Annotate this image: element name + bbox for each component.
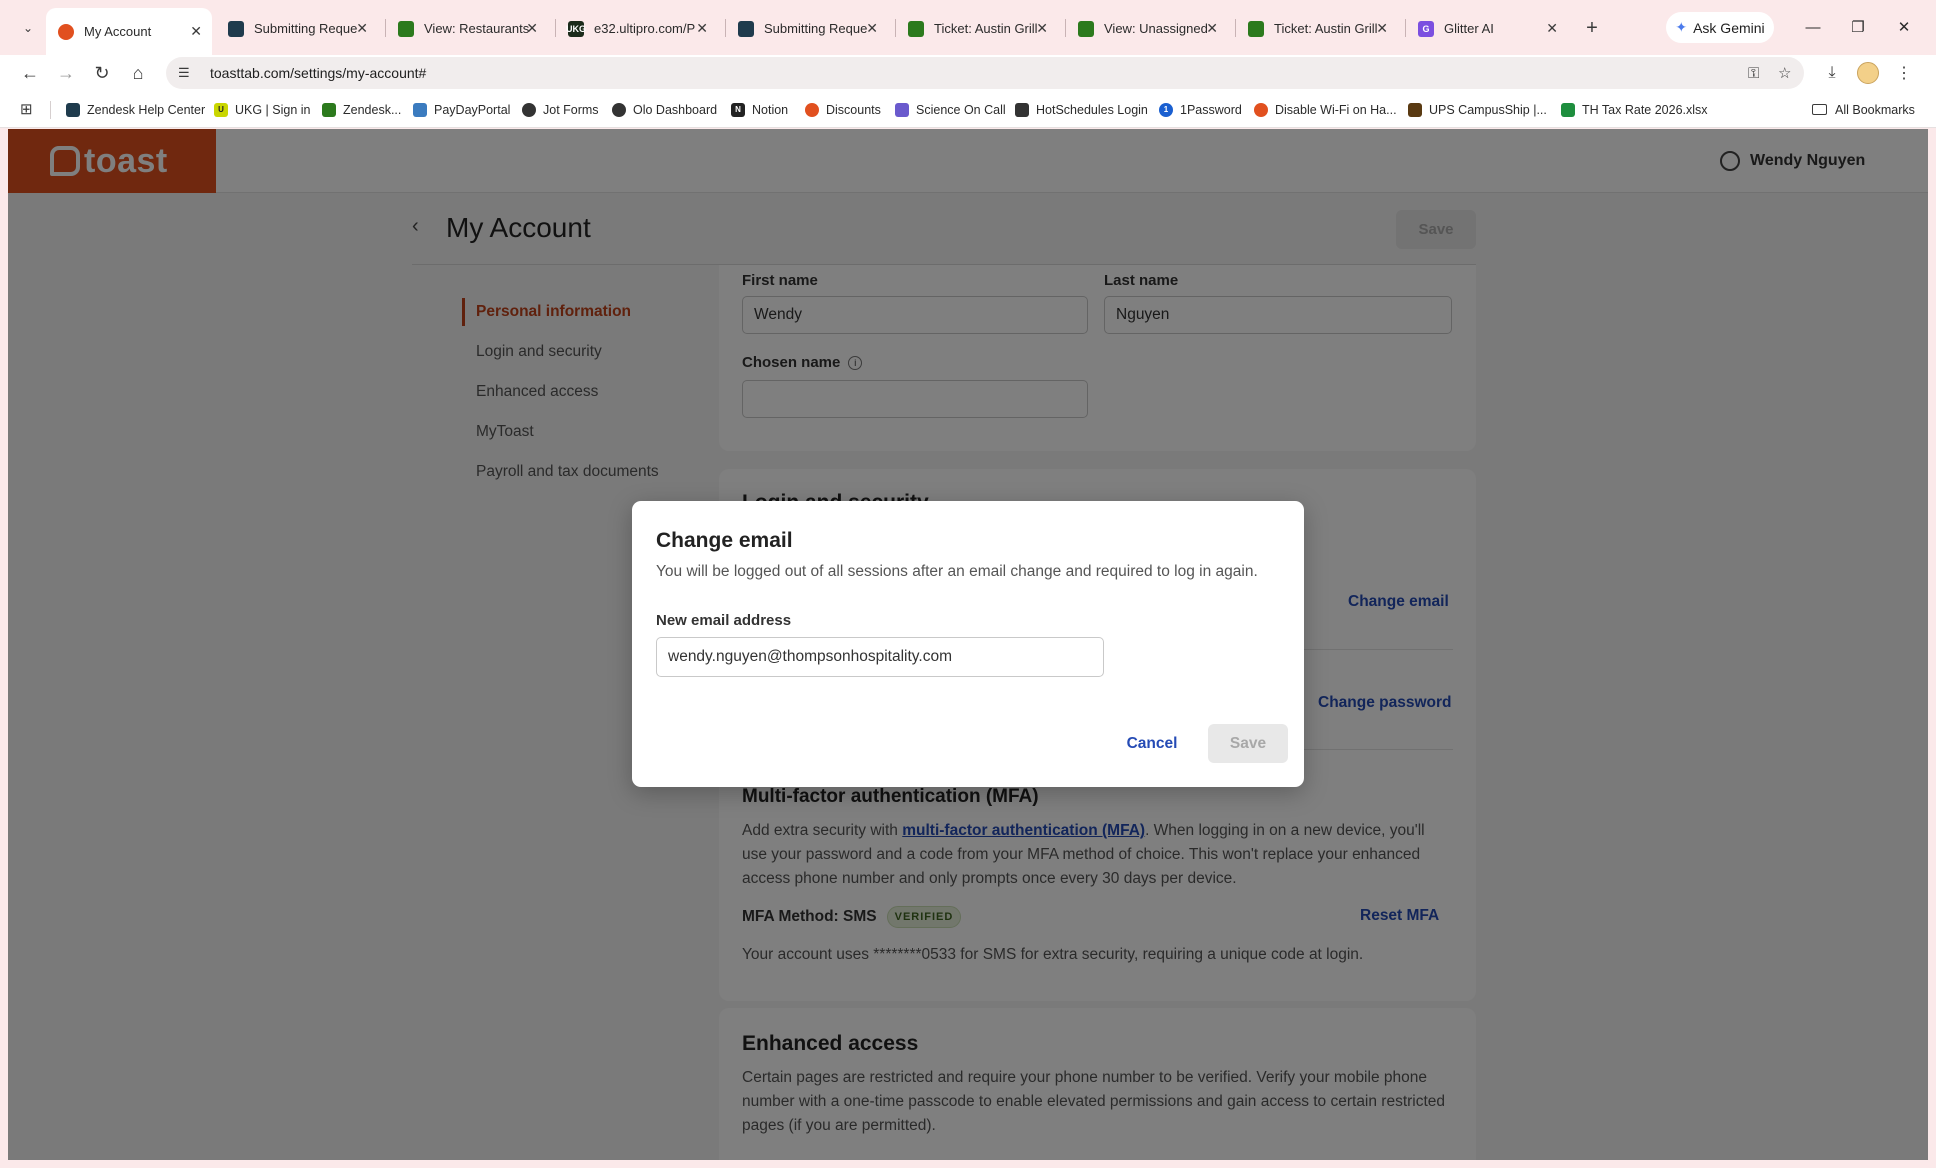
- ups-icon: [1408, 102, 1422, 117]
- onepassword-icon: 1: [1159, 102, 1173, 117]
- science-icon: [895, 102, 909, 117]
- tab-submitting-request[interactable]: Submitting Reque ✕: [216, 10, 378, 47]
- bookmark-discounts[interactable]: Discounts: [805, 91, 881, 128]
- new-tab-button[interactable]: +: [1578, 14, 1606, 42]
- close-icon[interactable]: ✕: [696, 20, 708, 37]
- tab-view-unassigned[interactable]: View: Unassigned ✕: [1066, 10, 1228, 47]
- bookmark-th-tax-rate[interactable]: TH Tax Rate 2026.xlsx: [1561, 91, 1708, 128]
- dialog-title: Change email: [656, 529, 793, 552]
- new-email-label: New email address: [656, 612, 792, 629]
- close-icon[interactable]: ✕: [526, 20, 538, 37]
- bookmark-ups-campusship[interactable]: UPS CampusShip |...: [1408, 91, 1547, 128]
- ukg-icon: UKG: [566, 20, 586, 37]
- dialog-save-button[interactable]: Save: [1208, 724, 1288, 763]
- close-icon[interactable]: ✕: [190, 23, 202, 40]
- tab-submitting-request-2[interactable]: Submitting Reque ✕: [726, 10, 888, 47]
- tab-ticket-austin-grill[interactable]: Ticket: Austin Grill ✕: [896, 10, 1058, 47]
- bookmark-hotschedules[interactable]: HotSchedules Login: [1015, 91, 1148, 128]
- change-email-dialog: Change email You will be logged out of a…: [632, 501, 1304, 787]
- sheets-icon: [1561, 102, 1575, 117]
- close-icon[interactable]: ✕: [356, 20, 368, 37]
- bookmark-1password[interactable]: 1 1Password: [1159, 91, 1242, 128]
- bookmarks-bar: ⊞ Zendesk Help Center U UKG | Sign in Zen…: [0, 91, 1936, 128]
- glitter-icon: G: [1418, 20, 1434, 37]
- restore-icon[interactable]: ❐: [1838, 12, 1878, 42]
- bookmark-science-on-call[interactable]: Science On Call: [895, 91, 1006, 128]
- bookmark-notion[interactable]: N Notion: [731, 91, 788, 128]
- gemini-icon: ✦: [1675, 19, 1688, 35]
- zendesk-icon: [398, 20, 414, 37]
- tab-ultipro[interactable]: UKG e32.ultipro.com/P ✕: [556, 10, 718, 47]
- tab-my-account[interactable]: My Account ✕: [46, 8, 212, 55]
- browser-toolbar: ← → ↻ ⌂ ☰ toasttab.com/settings/my-accou…: [0, 55, 1936, 91]
- toast-icon: [58, 23, 74, 40]
- folder-icon: [1812, 104, 1827, 115]
- bookmark-jot-forms[interactable]: Jot Forms: [522, 91, 599, 128]
- bookmark-ukg[interactable]: U UKG | Sign in: [214, 91, 311, 128]
- tab-ticket-austin-grill-2[interactable]: Ticket: Austin Grill ✕: [1236, 10, 1398, 47]
- toast-icon: [1254, 102, 1268, 117]
- more-menu-icon[interactable]: ⋮: [1890, 59, 1918, 87]
- minimize-icon[interactable]: —: [1793, 12, 1833, 42]
- download-icon[interactable]: ⤓: [1818, 59, 1846, 87]
- close-icon[interactable]: ✕: [1206, 20, 1218, 37]
- payday-icon: [413, 102, 427, 117]
- bookmark-zendesk-help-center[interactable]: Zendesk Help Center: [66, 91, 205, 128]
- zendesk-icon: [908, 20, 924, 37]
- cancel-button[interactable]: Cancel: [1112, 724, 1192, 763]
- reload-icon[interactable]: ↻: [88, 59, 116, 87]
- tab-glitter-ai[interactable]: G Glitter AI ✕: [1406, 10, 1568, 47]
- zendesk-guide-icon: [66, 102, 80, 117]
- olo-icon: [612, 102, 626, 117]
- all-bookmarks-button[interactable]: All Bookmarks: [1812, 91, 1915, 128]
- apps-grid-icon[interactable]: ⊞: [20, 100, 33, 118]
- bookmark-star-icon[interactable]: ☆: [1778, 57, 1791, 89]
- dialog-description: You will be logged out of all sessions a…: [656, 563, 1258, 580]
- bookmarks-divider: [50, 101, 51, 119]
- tab-search-chevron-icon[interactable]: ⌄: [14, 14, 42, 42]
- page-viewport: toast Wendy Nguyen ‹ My Account Save Per…: [8, 129, 1928, 1160]
- bookmark-paydayportal[interactable]: PayDayPortal: [413, 91, 510, 128]
- notion-icon: N: [731, 102, 745, 117]
- zendesk-icon: [1248, 20, 1264, 37]
- address-url[interactable]: toasttab.com/settings/my-account#: [210, 65, 426, 81]
- toast-icon: [805, 102, 819, 117]
- new-email-field[interactable]: wendy.nguyen@thompsonhospitality.com: [656, 637, 1104, 677]
- close-icon[interactable]: ✕: [1376, 20, 1388, 37]
- zendesk-guide-icon: [228, 20, 244, 37]
- tab-view-restaurants[interactable]: View: Restaurants ✕: [386, 10, 548, 47]
- forward-arrow-icon[interactable]: →: [52, 59, 80, 87]
- close-icon[interactable]: ✕: [866, 20, 878, 37]
- bookmark-disable-wifi[interactable]: Disable Wi-Fi on Ha...: [1254, 91, 1397, 128]
- profile-avatar[interactable]: [1854, 59, 1882, 87]
- close-icon[interactable]: ✕: [1036, 20, 1048, 37]
- ask-gemini-button[interactable]: ✦ Ask Gemini: [1666, 12, 1774, 43]
- address-bar[interactable]: ☰ toasttab.com/settings/my-account# ⚿ ☆: [166, 57, 1804, 89]
- password-key-icon[interactable]: ⚿: [1748, 57, 1759, 89]
- close-icon[interactable]: ✕: [1546, 20, 1558, 37]
- home-icon[interactable]: ⌂: [124, 59, 152, 87]
- hotschedules-icon: [1015, 102, 1029, 117]
- tab-strip: ⌄ My Account ✕ Submitting Reque ✕ View: …: [0, 0, 1936, 55]
- jotform-icon: [522, 102, 536, 117]
- zendesk-icon: [322, 102, 336, 117]
- zendesk-icon: [1078, 20, 1094, 37]
- bookmark-zendesk[interactable]: Zendesk...: [322, 91, 401, 128]
- site-info-icon[interactable]: ☰: [178, 65, 196, 81]
- window-close-icon[interactable]: ✕: [1884, 12, 1924, 42]
- back-arrow-icon[interactable]: ←: [16, 59, 44, 87]
- ukg-icon: U: [214, 102, 228, 117]
- zendesk-guide-icon: [738, 20, 754, 37]
- bookmark-olo-dashboard[interactable]: Olo Dashboard: [612, 91, 717, 128]
